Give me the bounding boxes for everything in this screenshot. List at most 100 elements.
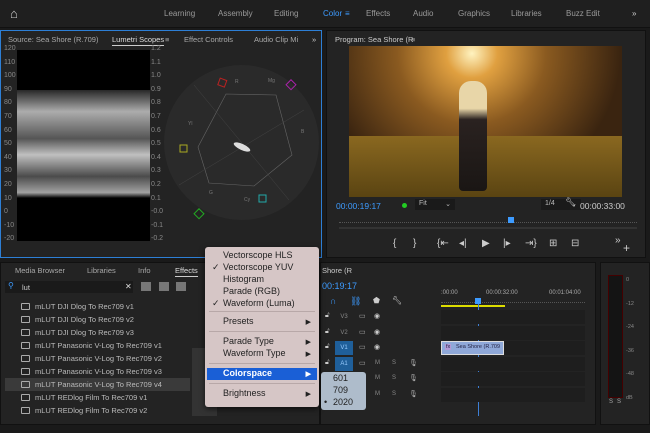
sequence-tab[interactable]: Shore (R [322,266,352,275]
mark-out-icon[interactable]: } [413,238,416,249]
add-button-icon[interactable]: + [623,241,630,255]
more-workspaces-icon[interactable]: » [632,9,636,18]
lock-icon[interactable]: 🔓︎ [325,343,330,351]
tab-media-browser[interactable]: Media Browser [15,266,65,275]
submenu-item-601[interactable]: 601 [324,373,364,385]
tab-libraries[interactable]: Libraries [87,266,116,275]
workspace-learning[interactable]: Learning [164,9,195,18]
submenu-item-2020[interactable]: • 2020 [324,397,364,409]
timeline-timecode[interactable]: 00:19:17 [322,281,357,291]
menu-item-vectorscope-hls[interactable]: Vectorscope HLS [207,250,317,262]
zoom-scrollbar[interactable] [339,227,637,229]
effects-search-input[interactable]: ⚲ lut ✕ [5,281,133,293]
mute-button[interactable]: M [375,360,380,366]
workspace-editing[interactable]: Editing [274,9,298,18]
submenu-item-709[interactable]: 709 [324,385,364,397]
microphone-icon[interactable]: 🎙︎ [409,390,418,398]
solo-button[interactable]: S [392,360,396,366]
go-to-out-icon[interactable]: ⇥} [525,238,537,249]
program-title[interactable]: Program: Sea Shore (R [335,35,413,44]
tab-effects[interactable]: Effects [175,266,198,277]
more-tabs-icon[interactable]: » [312,35,316,44]
lock-icon[interactable]: 🔓︎ [325,312,330,320]
workspace-buzz-edit[interactable]: Buzz Edit [566,9,600,18]
effect-list-item[interactable]: mLUT DJI Dlog To Rec709 v3 [5,326,190,339]
eye-icon[interactable]: ◉ [374,312,380,320]
mute-button[interactable]: M [375,391,380,397]
effect-list-item[interactable]: mLUT DJI Dlog To Rec709 v2 [5,313,190,326]
effect-list-item[interactable]: mLUT REDlog Film To Rec709 v1 [5,391,190,404]
time-ruler[interactable] [441,299,585,303]
tab-source[interactable]: Source: Sea Shore (R.709) [8,35,98,44]
wrench-icon[interactable]: 🔧︎ [565,197,576,208]
sync-lock-icon[interactable]: ▭ [359,359,366,367]
effect-list-item[interactable]: mLUT REDlog Film To Rec709 v2 [5,404,190,417]
solo-right-button[interactable]: S [617,399,621,405]
program-timecode[interactable]: 00:00:19:17 [336,201,381,211]
step-back-icon[interactable]: ◂| [459,238,467,249]
32bit-effects-icon[interactable] [159,282,169,291]
effect-list-item[interactable]: mLUT Panasonic V-Log To Rec709 v1 [5,339,190,352]
fit-dropdown[interactable]: Fit ⌄ [415,199,455,210]
tab-audio-clip-mixer[interactable]: Audio Clip Mix [254,35,298,44]
solo-left-button[interactable]: S [609,399,613,405]
timeline-clip[interactable]: fx Sea Shore (R.709 [441,341,504,355]
play-icon[interactable]: ▶ [482,238,490,249]
track-target-a1[interactable]: A1 [335,356,353,371]
sync-lock-icon[interactable]: ▭ [359,343,366,351]
lock-icon[interactable]: 🔓︎ [325,359,330,367]
clear-search-icon[interactable]: ✕ [125,282,132,291]
menu-item-waveform-type[interactable]: Waveform Type ▶ [207,348,317,360]
effect-list-item[interactable]: mLUT Panasonic V-Log To Rec709 v2 [5,352,190,365]
microphone-icon[interactable]: 🎙︎ [409,374,418,382]
mark-in-icon[interactable]: { [393,238,396,249]
settings-wrench-icon[interactable]: 🔧︎ [392,296,402,305]
microphone-icon[interactable]: 🎙︎ [409,359,418,367]
step-forward-icon[interactable]: |▸ [503,238,511,249]
overwrite-icon[interactable]: ⊟ [571,238,579,249]
solo-button[interactable]: S [392,391,396,397]
menu-item-colorspace[interactable]: Colorspace ▶ [207,368,317,380]
tab-info[interactable]: Info [138,266,151,275]
add-marker-icon[interactable]: ⬟ [373,296,380,305]
menu-item-brightness[interactable]: Brightness ▶ [207,388,317,400]
menu-item-waveform-luma-[interactable]: ✓ Waveform (Luma) [207,298,317,310]
linked-selection-icon[interactable]: ⛓︎ [350,296,361,307]
eye-icon[interactable]: ◉ [374,328,380,336]
solo-button[interactable]: S [392,375,396,381]
track-target-v1[interactable]: V1 [335,341,353,355]
sync-lock-icon[interactable]: ▭ [359,312,366,320]
yuv-effects-icon[interactable] [176,282,186,291]
panel-menu-icon[interactable]: ≡ [165,35,169,44]
menu-item-vectorscope-yuv[interactable]: ✓ Vectorscope YUV [207,262,317,274]
work-area-bar[interactable] [441,305,505,307]
track-target-v2[interactable]: V2 [335,326,353,340]
program-scrubber[interactable] [339,217,637,223]
menu-icon[interactable]: ≡ [345,9,350,18]
workspace-effects[interactable]: Effects [366,9,390,18]
workspace-color[interactable]: Color [323,9,342,18]
menu-item-histogram[interactable]: Histogram [207,274,317,286]
effect-list-item[interactable]: mLUT Panasonic V-Log To Rec709 v3 [5,365,190,378]
snap-icon[interactable]: ∩ [330,296,336,306]
home-icon[interactable]: ⌂ [10,6,18,21]
mute-button[interactable]: M [375,375,380,381]
insert-icon[interactable]: ⊞ [549,238,557,249]
menu-item-parade-rgb-[interactable]: Parade (RGB) [207,286,317,298]
effect-list-item[interactable]: mLUT DJI Dlog To Rec709 v1 [5,300,190,313]
workspace-assembly[interactable]: Assembly [218,9,253,18]
effect-list-item[interactable]: mLUT Panasonic V-Log To Rec709 v4 [5,378,190,391]
menu-item-parade-type[interactable]: Parade Type ▶ [207,336,317,348]
workspace-libraries[interactable]: Libraries [511,9,542,18]
playhead[interactable] [508,217,514,223]
workspace-graphics[interactable]: Graphics [458,9,490,18]
eye-icon[interactable]: ◉ [374,343,380,351]
sync-lock-icon[interactable]: ▭ [359,328,366,336]
accelerated-effects-icon[interactable] [141,282,151,291]
go-to-in-icon[interactable]: {⇤ [437,238,449,249]
tab-effect-controls[interactable]: Effect Controls [184,35,233,44]
panel-menu-icon[interactable]: ≡ [411,35,415,44]
lock-icon[interactable]: 🔓︎ [325,328,330,336]
track-target-v3[interactable]: V3 [335,310,353,324]
more-icon[interactable]: » [615,235,621,246]
